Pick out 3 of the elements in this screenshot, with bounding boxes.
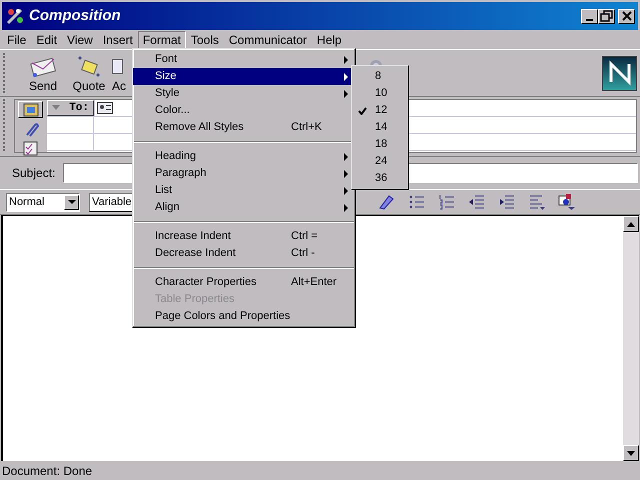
status-text: Document: Done — [2, 462, 92, 480]
window-title: Composition — [29, 6, 121, 26]
subject-label: Subject: — [12, 165, 56, 182]
